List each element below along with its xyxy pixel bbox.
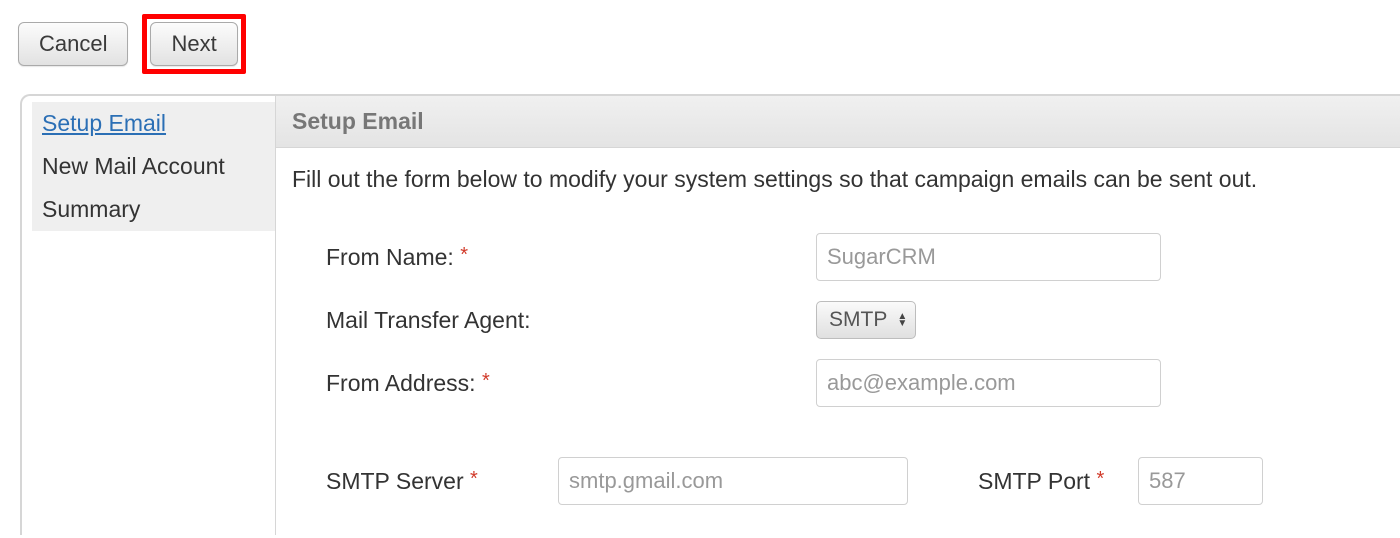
content-wrap: Setup Email New Mail Account Summary Set… [20, 94, 1400, 535]
form-row-smtp: SMTP Server * SMTP Port * [326, 417, 1384, 515]
toolbar: Cancel Next [0, 0, 1400, 84]
from-name-label: From Name: * [326, 244, 816, 271]
highlight-box: Next [142, 14, 245, 74]
smtp-port-input[interactable] [1138, 457, 1263, 505]
smtp-server-input[interactable] [558, 457, 908, 505]
form-row-mta: Mail Transfer Agent: SMTP ▲▼ [326, 291, 1384, 349]
smtp-server-label: SMTP Server * [326, 468, 558, 495]
sidebar-item-new-mail-account[interactable]: New Mail Account [32, 145, 275, 188]
main-panel: Setup Email Fill out the form below to m… [275, 94, 1400, 535]
sidebar-item-summary[interactable]: Summary [32, 188, 275, 231]
mta-select-value: SMTP [829, 308, 887, 332]
required-marker: * [470, 468, 478, 490]
select-arrows-icon: ▲▼ [897, 313, 907, 327]
sidebar-item-setup-email[interactable]: Setup Email [32, 102, 275, 145]
panel-description: Fill out the form below to modify your s… [276, 148, 1400, 223]
from-address-label: From Address: * [326, 370, 816, 397]
sidebar: Setup Email New Mail Account Summary [20, 94, 275, 535]
from-name-input[interactable] [816, 233, 1161, 281]
required-marker: * [1096, 468, 1104, 490]
form-row-from-name: From Name: * [326, 223, 1384, 291]
mta-select[interactable]: SMTP ▲▼ [816, 301, 916, 339]
form: From Name: * Mail Transfer Agent: SMTP ▲… [276, 223, 1400, 535]
smtp-port-label: SMTP Port * [908, 468, 1138, 495]
required-marker: * [482, 370, 490, 392]
mta-label: Mail Transfer Agent: [326, 307, 816, 334]
form-row-from-address: From Address: * [326, 349, 1384, 417]
cancel-button[interactable]: Cancel [18, 22, 128, 66]
from-address-input[interactable] [816, 359, 1161, 407]
next-button[interactable]: Next [150, 22, 237, 66]
required-marker: * [460, 244, 468, 266]
panel-title: Setup Email [276, 96, 1400, 148]
